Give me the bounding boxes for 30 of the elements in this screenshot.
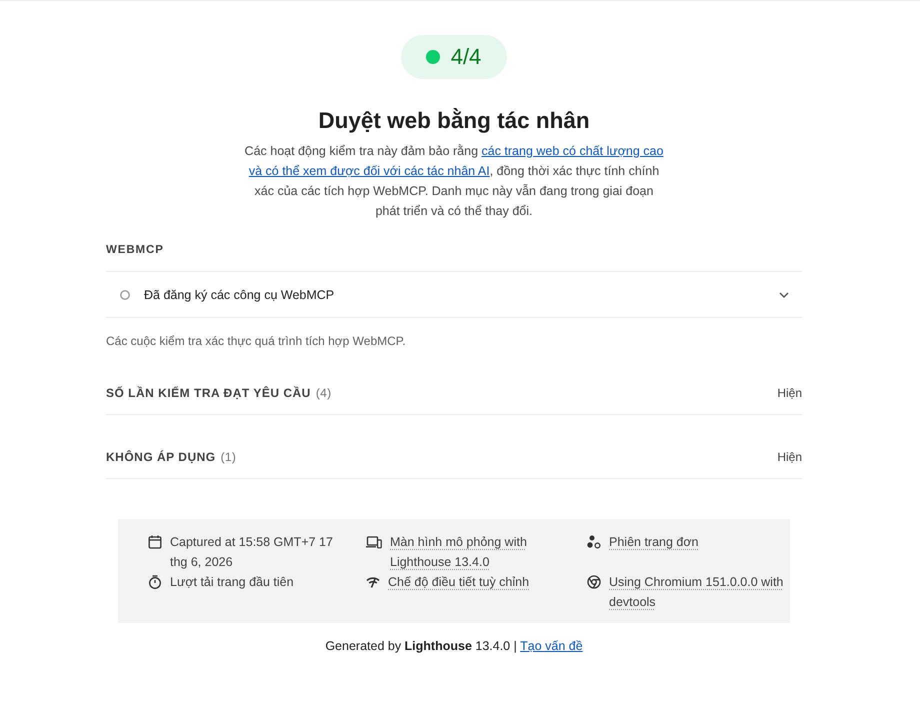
section-heading: SỐ LẦN KIỂM TRA ĐẠT YÊU CẦU [106,386,311,400]
setting-text: Using Chromium 151.0.0.0 with devtools [609,574,784,611]
setting-text: Chế độ điều tiết tuỳ chỉnh [388,574,530,591]
footer-text: Generated by Lighthouse 13.4.0 | Tạo vấn đề [324,638,584,655]
score-value: 4/4 [450,44,482,70]
count-label: (4) [316,386,332,400]
section-heading: KHÔNG ÁP DỤNG [106,450,216,464]
issue-link[interactable]: Tạo vấn đề [520,639,583,653]
description-link[interactable]: và có thể xem được đối với các tác nhân AI [248,164,490,178]
group-description: Các cuộc kiểm tra xác thực quá trình tích hợp WebMCP. [106,333,407,350]
setting-text: Phiên trang đơn [609,534,699,551]
description-link[interactable]: các trang web có chất lượng cao [482,144,664,158]
show-toggle[interactable]: Hiện [777,386,802,400]
status-dot-icon [426,50,440,64]
show-toggle[interactable]: Hiện [777,450,802,464]
stopwatch-icon [148,575,162,589]
dots-icon [587,535,601,549]
calendar-icon [148,535,162,549]
group-heading: WEBMCP [106,240,802,272]
audit-row[interactable]: Đã đăng ký các công cụ WebMCP [106,272,802,318]
setting-text: Captured at 15:58 GMT+7 17 thg 6, 2026 [170,534,334,571]
setting-text: Lượt tải trang đầu tiên [170,574,294,591]
devices-icon [366,535,382,549]
category-title: Duyệt web bằng tác nhân [317,107,591,135]
signal-icon [366,575,380,589]
count-label: (1) [220,450,236,464]
chevron-icon [779,292,789,298]
setting-text: Màn hình mô phỏng with Lighthouse 13.4.0 [390,534,528,571]
chromium-icon [587,575,601,589]
category-description: Các hoạt động kiểm tra này đảm bảo rằng các trang web có chất lượng cao và có thể xem được đối với các tác nhân AI, đồng thời xác thực tính chính xác của các tích hợp WebMCP. Danh mục này vẫn đang trong giai đoạn phát triển và có thể thay đổi. [244,143,664,220]
